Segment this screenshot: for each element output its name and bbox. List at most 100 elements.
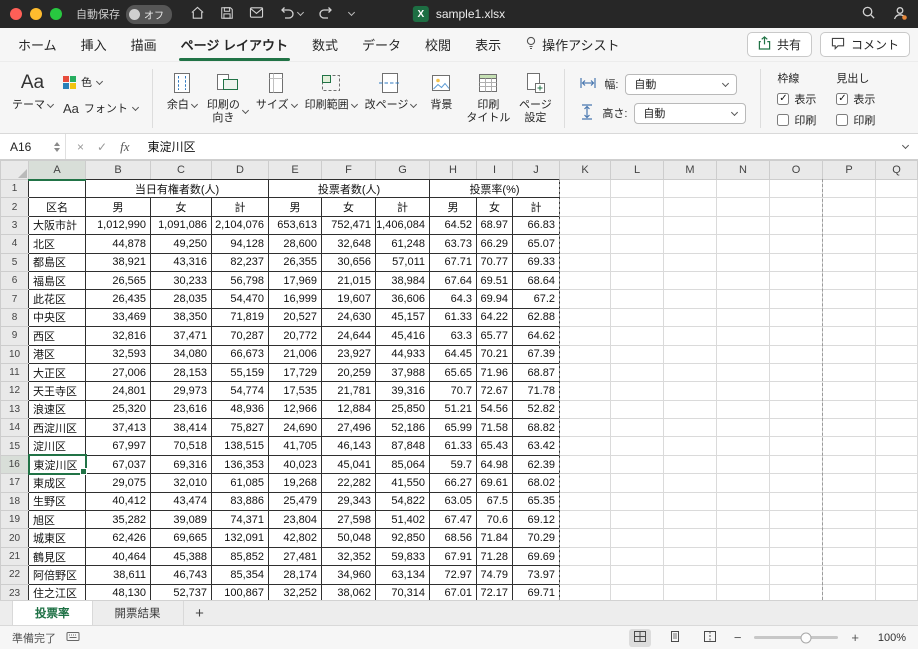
cell[interactable]: 28,035 bbox=[150, 289, 212, 309]
cell[interactable]: 70.77 bbox=[476, 252, 513, 272]
cell[interactable]: 132,091 bbox=[211, 528, 269, 548]
cell[interactable]: 59,833 bbox=[375, 546, 430, 567]
cell[interactable]: 29,075 bbox=[85, 473, 151, 493]
cell[interactable]: 34,080 bbox=[150, 344, 212, 364]
home-icon[interactable] bbox=[190, 5, 205, 23]
cell[interactable]: 69,316 bbox=[150, 454, 212, 475]
cell[interactable]: 62.88 bbox=[512, 307, 560, 328]
cell[interactable] bbox=[559, 307, 611, 328]
cell[interactable]: 住之江区 bbox=[28, 583, 86, 600]
row-header-12[interactable]: 12 bbox=[0, 381, 29, 401]
cell[interactable]: 投票者数(人) bbox=[268, 178, 430, 199]
cell[interactable]: 72.17 bbox=[476, 583, 513, 600]
row-header-9[interactable]: 9 bbox=[0, 326, 29, 346]
cell[interactable]: 63.3 bbox=[429, 326, 477, 346]
cell[interactable] bbox=[769, 583, 823, 600]
cell[interactable]: 24,644 bbox=[321, 326, 376, 346]
cell[interactable] bbox=[875, 270, 918, 291]
cell[interactable] bbox=[716, 362, 770, 383]
cell[interactable]: 41,705 bbox=[268, 436, 322, 456]
cell[interactable] bbox=[716, 234, 770, 254]
cell[interactable] bbox=[610, 528, 664, 548]
tab-formulas[interactable]: 数式 bbox=[300, 28, 350, 61]
cell[interactable] bbox=[610, 252, 664, 272]
cell[interactable] bbox=[559, 289, 611, 309]
cell[interactable] bbox=[875, 344, 918, 364]
column-header-P[interactable]: P bbox=[822, 160, 876, 180]
search-icon[interactable] bbox=[861, 5, 876, 23]
cell[interactable] bbox=[822, 418, 876, 438]
cell[interactable]: 67.64 bbox=[429, 270, 477, 291]
cell[interactable]: 旭区 bbox=[28, 510, 86, 530]
cell[interactable]: 67.39 bbox=[512, 344, 560, 364]
cell[interactable]: 投票率(%) bbox=[429, 178, 560, 199]
cell[interactable] bbox=[610, 197, 664, 217]
cell[interactable]: 32,816 bbox=[85, 326, 151, 346]
cell[interactable] bbox=[716, 418, 770, 438]
cell[interactable] bbox=[875, 436, 918, 456]
cell[interactable]: 71.96 bbox=[476, 362, 513, 383]
cell[interactable]: 29,973 bbox=[150, 381, 212, 401]
cell[interactable]: 16,999 bbox=[268, 289, 322, 309]
cell[interactable]: 29,343 bbox=[321, 491, 376, 512]
cell[interactable] bbox=[769, 215, 823, 236]
cell[interactable] bbox=[663, 270, 717, 291]
cell[interactable]: 653,613 bbox=[268, 215, 322, 236]
cell[interactable] bbox=[663, 436, 717, 456]
cell[interactable]: 69.69 bbox=[512, 546, 560, 567]
cell[interactable] bbox=[559, 436, 611, 456]
row-header-14[interactable]: 14 bbox=[0, 418, 29, 438]
cell[interactable] bbox=[769, 565, 823, 585]
cell[interactable]: 48,130 bbox=[85, 583, 151, 600]
cell[interactable] bbox=[716, 510, 770, 530]
cell[interactable]: 70.29 bbox=[512, 528, 560, 548]
cell[interactable] bbox=[610, 418, 664, 438]
cell[interactable]: 38,984 bbox=[375, 270, 430, 291]
cell[interactable]: 44,933 bbox=[375, 344, 430, 364]
cell[interactable] bbox=[716, 528, 770, 548]
cell[interactable] bbox=[716, 252, 770, 272]
cell[interactable] bbox=[663, 344, 717, 364]
cell[interactable] bbox=[663, 178, 717, 199]
cell[interactable]: 32,252 bbox=[268, 583, 322, 600]
page-setup-button[interactable]: ページ 設定 bbox=[514, 67, 556, 126]
cell[interactable]: 71.58 bbox=[476, 418, 513, 438]
cell[interactable]: 45,416 bbox=[375, 326, 430, 346]
cell[interactable]: 計 bbox=[211, 197, 269, 217]
cell[interactable] bbox=[822, 546, 876, 567]
column-header-D[interactable]: D bbox=[211, 160, 269, 180]
cancel-button[interactable]: × bbox=[77, 140, 84, 154]
cell[interactable]: 17,729 bbox=[268, 362, 322, 383]
cell[interactable]: 21,006 bbox=[268, 344, 322, 364]
cell[interactable]: 50,048 bbox=[321, 528, 376, 548]
cell[interactable] bbox=[663, 234, 717, 254]
cell[interactable] bbox=[875, 362, 918, 383]
column-header-J[interactable]: J bbox=[512, 160, 560, 180]
cell[interactable]: 27,496 bbox=[321, 418, 376, 438]
cell[interactable] bbox=[716, 270, 770, 291]
cell[interactable]: 71.84 bbox=[476, 528, 513, 548]
cell[interactable] bbox=[769, 252, 823, 272]
cell[interactable]: 70,287 bbox=[211, 326, 269, 346]
cell[interactable]: 38,350 bbox=[150, 307, 212, 328]
cell[interactable] bbox=[769, 381, 823, 401]
row-header-19[interactable]: 19 bbox=[0, 510, 29, 530]
cell[interactable]: 46,143 bbox=[321, 436, 376, 456]
cell[interactable] bbox=[663, 510, 717, 530]
cell[interactable] bbox=[769, 491, 823, 512]
cell[interactable]: 淀川区 bbox=[28, 436, 86, 456]
cell[interactable]: 都島区 bbox=[28, 252, 86, 272]
cell[interactable]: 20,772 bbox=[268, 326, 322, 346]
cell[interactable] bbox=[559, 491, 611, 512]
cell[interactable] bbox=[822, 528, 876, 548]
cell[interactable]: 女 bbox=[150, 197, 212, 217]
width-dropdown[interactable]: 自動 bbox=[625, 73, 738, 95]
cell[interactable]: 北区 bbox=[28, 234, 86, 254]
cell[interactable]: 54,774 bbox=[211, 381, 269, 401]
cell[interactable]: 22,282 bbox=[321, 473, 376, 493]
cell[interactable] bbox=[663, 565, 717, 585]
cell[interactable]: 27,006 bbox=[85, 362, 151, 383]
cell[interactable] bbox=[822, 197, 876, 217]
themes-button[interactable]: Aa テーマ bbox=[8, 67, 57, 114]
row-header-15[interactable]: 15 bbox=[0, 436, 29, 456]
